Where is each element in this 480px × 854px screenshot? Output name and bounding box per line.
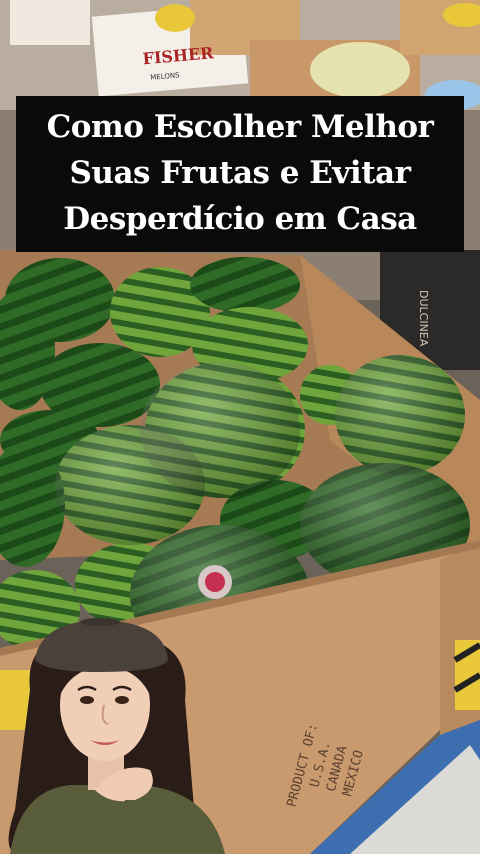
- crate-brand-label: DULCINEA: [417, 290, 430, 347]
- title-caption: Como Escolher Melhor Suas Frutas e Evita…: [16, 96, 464, 252]
- caption-line-1: Como Escolher Melhor: [46, 109, 434, 145]
- caption-line-3: Desperdício em Casa: [63, 201, 417, 237]
- caption-line-2: Suas Frutas e Evitar: [69, 155, 411, 191]
